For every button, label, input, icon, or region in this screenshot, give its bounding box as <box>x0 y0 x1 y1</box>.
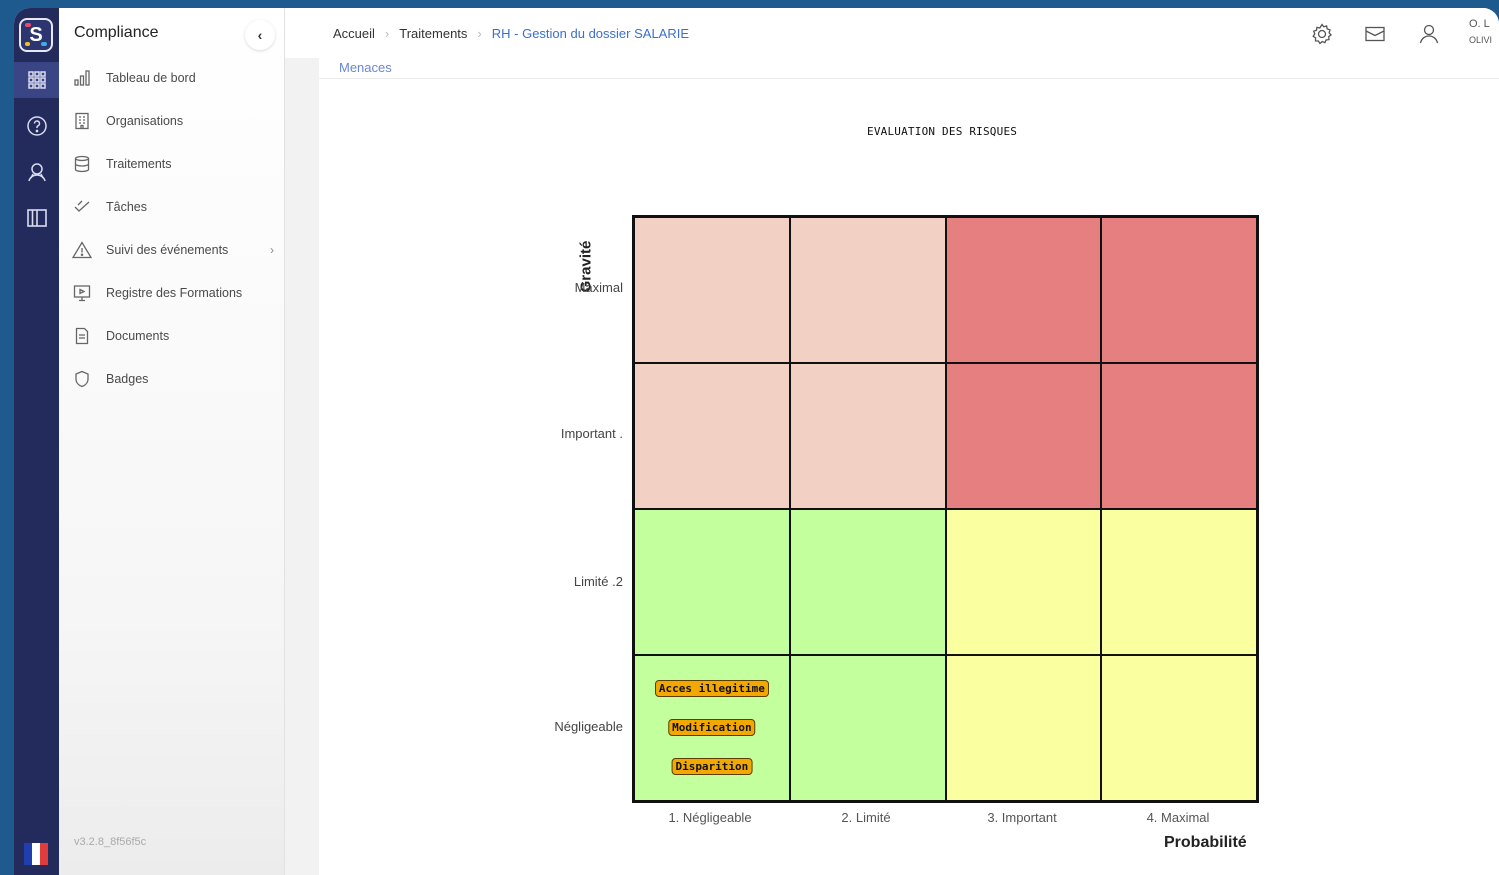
y-tick-label: Maximal <box>574 280 623 295</box>
sidebar-item-documents[interactable]: Documents <box>71 321 276 351</box>
sidebar-item-label: Badges <box>106 372 149 386</box>
app-window: S Compliance ‹ Tableau de bord Organisat… <box>14 8 1499 875</box>
sidebar-item-label: Documents <box>106 329 170 343</box>
y-tick-label: Négligeable <box>554 719 623 734</box>
user-profile-icon[interactable] <box>1417 22 1441 46</box>
breadcrumb-separator-icon: › <box>384 26 390 41</box>
section-divider <box>319 78 1499 79</box>
user-icon[interactable] <box>14 154 59 190</box>
mail-icon[interactable] <box>1363 22 1387 46</box>
breadcrumb-current[interactable]: RH - Gestion du dossier SALARIE <box>492 26 689 41</box>
matrix-cell <box>945 363 1102 509</box>
matrix-cell <box>1101 655 1257 801</box>
sidebar-item-label: Tableau de bord <box>106 71 196 85</box>
chart-x-axis-label: Probabilité <box>1164 834 1247 851</box>
building-icon <box>71 110 93 132</box>
x-tick-label: 1. Négligeable <box>668 810 752 825</box>
flag-stripe-white <box>32 843 40 865</box>
breadcrumb-separator-icon: › <box>477 26 482 41</box>
app-logo[interactable]: S <box>19 18 53 52</box>
icon-rail: S <box>14 8 59 875</box>
matrix-cell <box>945 655 1102 801</box>
database-icon <box>71 153 93 175</box>
user-name[interactable]: O. L OLIVI <box>1469 16 1492 48</box>
sidebar-item-badges[interactable]: Badges <box>71 364 276 394</box>
matrix-cell <box>634 509 790 655</box>
user-name-text: OLIVI <box>1469 35 1493 45</box>
presentation-icon <box>71 282 93 304</box>
matrix-cell <box>1101 217 1257 363</box>
app-title: Compliance <box>74 24 159 41</box>
header-bar: Accueil › Traitements › RH - Gestion du … <box>285 8 1499 58</box>
breadcrumb-home[interactable]: Accueil <box>333 26 375 41</box>
sidebar-item-traitements[interactable]: Traitements <box>71 149 276 179</box>
breadcrumb-traitements[interactable]: Traitements <box>399 26 467 41</box>
matrix-cell <box>1101 509 1257 655</box>
breadcrumb: Accueil › Traitements › RH - Gestion du … <box>333 26 689 41</box>
matrix-cell <box>634 217 790 363</box>
flag-stripe-red <box>40 843 48 865</box>
risk-matrix-grid: Acces illegitime Modification Disparition <box>632 215 1259 803</box>
x-tick-label: 3. Important <box>987 810 1057 825</box>
x-tick-label: 2. Limité <box>841 810 891 825</box>
shield-icon <box>71 368 93 390</box>
sidebar-item-label: Registre des Formations <box>106 286 243 300</box>
language-flag[interactable] <box>24 843 48 865</box>
apps-grid-icon[interactable] <box>14 62 59 98</box>
matrix-cell: Acces illegitime Modification Disparition <box>634 655 790 801</box>
sidebar-item-taches[interactable]: Tâches <box>71 192 276 222</box>
matrix-cell <box>789 363 946 509</box>
app-version: v3.2.8_8f56f5c <box>74 836 147 848</box>
user-initials-text: O. L <box>1469 18 1490 30</box>
check-icon <box>71 196 93 218</box>
sidebar-item-label: Organisations <box>106 114 184 128</box>
risk-tag[interactable]: Acces illegitime <box>654 680 769 697</box>
matrix-cell <box>945 217 1102 363</box>
y-tick-label: 2. Limité <box>573 574 623 589</box>
sidebar-item-label: Tâches <box>106 200 147 214</box>
chevron-right-icon: › <box>270 243 274 257</box>
chevron-left-icon: ‹ <box>257 27 263 43</box>
matrix-cell <box>945 509 1102 655</box>
collapse-sidebar-button[interactable]: ‹ <box>245 20 275 50</box>
sidebar-item-suivi-des-evenements[interactable]: Suivi des événements › <box>71 235 276 265</box>
sidebar: Compliance ‹ Tableau de bord Organisatio… <box>59 8 285 875</box>
flag-stripe-blue <box>24 843 32 865</box>
sidebar-item-organisations[interactable]: Organisations <box>71 106 276 136</box>
matrix-cell <box>634 363 790 509</box>
settings-gear-icon[interactable] <box>1310 22 1334 46</box>
chart-title: EVALUATION DES RISQUES <box>867 125 1018 138</box>
sidebar-item-label: Suivi des événements <box>106 243 229 257</box>
matrix-cell <box>1101 363 1257 509</box>
document-icon <box>71 325 93 347</box>
bar-chart-icon <box>71 67 93 89</box>
sidebar-item-tableau-de-bord[interactable]: Tableau de bord <box>71 63 276 93</box>
risk-tag[interactable]: Modification <box>668 719 756 736</box>
help-circle-icon[interactable] <box>14 108 59 144</box>
matrix-cell <box>789 655 946 801</box>
matrix-cell <box>789 217 946 363</box>
warning-icon <box>71 239 93 261</box>
x-tick-label: 4. Maximal <box>1146 810 1210 825</box>
book-icon[interactable] <box>14 200 59 236</box>
y-tick-label: . Important <box>560 426 623 441</box>
matrix-cell <box>789 509 946 655</box>
sidebar-item-registre-des-formations[interactable]: Registre des Formations <box>71 278 276 308</box>
tab-menaces[interactable]: Menaces <box>339 60 392 75</box>
sidebar-item-label: Traitements <box>106 157 172 171</box>
risk-tag[interactable]: Disparition <box>671 758 753 775</box>
